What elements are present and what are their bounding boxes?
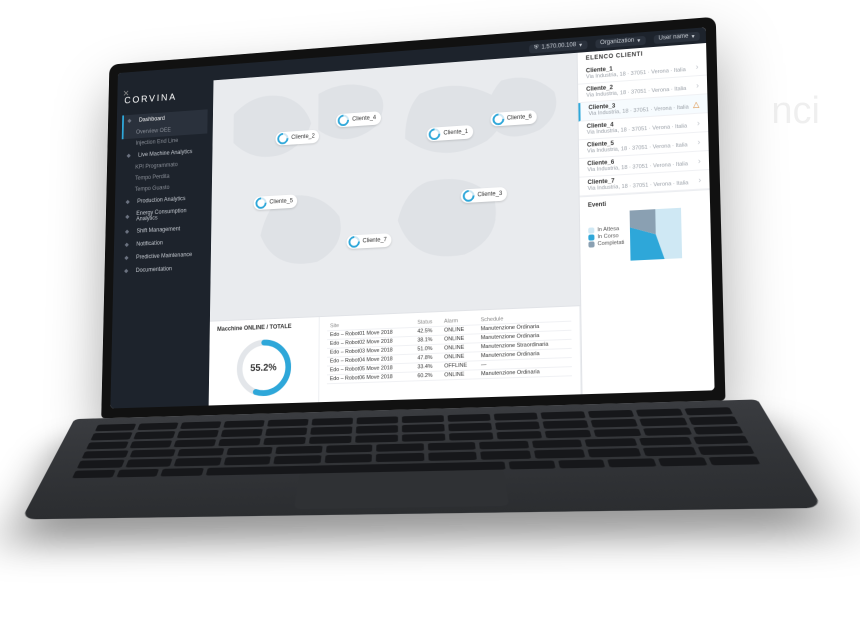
nav-icon: ◆ bbox=[125, 241, 132, 249]
nav-icon: ◆ bbox=[127, 117, 134, 125]
machines-table-card: SiteStatusAlarmSchedule Edo – Robot01 Mo… bbox=[319, 306, 581, 402]
chevron-right-icon: › bbox=[698, 175, 701, 184]
legend-label: In Corso bbox=[597, 233, 618, 240]
events-pie-chart bbox=[630, 208, 683, 261]
user-label: User name bbox=[658, 34, 688, 42]
nav-icon: ◆ bbox=[124, 254, 131, 262]
cell: Edo – Robot06 Move 2018 bbox=[327, 372, 415, 384]
trackpad bbox=[294, 470, 509, 510]
nav-label: Injection End Line bbox=[136, 138, 179, 146]
marker-label: Cliente_4 bbox=[352, 115, 376, 122]
breadcrumb-ip[interactable]: ⛨ 1.570.00.108 ▾ bbox=[529, 40, 587, 53]
pie-legend: In AttesaIn CorsoCompletati bbox=[588, 225, 624, 249]
chevron-right-icon: › bbox=[696, 81, 699, 90]
world-silhouette bbox=[210, 53, 580, 296]
nav-label: Tempo Perdita bbox=[135, 174, 170, 182]
background-watermark: nci bbox=[771, 90, 820, 133]
online-gauge: 55.2% bbox=[233, 336, 293, 400]
org-label: Organization bbox=[600, 38, 634, 46]
marker-ring-icon bbox=[346, 234, 362, 250]
chevron-down-icon: ▾ bbox=[691, 33, 694, 40]
nav-label: KPI Programmato bbox=[135, 162, 178, 170]
nav-label: Tempo Guasto bbox=[135, 185, 170, 193]
close-icon[interactable]: ✕ bbox=[123, 89, 130, 100]
screen-bezel: ⛨ 1.570.00.108 ▾ Organization ▾ User nam… bbox=[101, 17, 725, 419]
nav-icon: ◆ bbox=[125, 213, 132, 221]
chevron-right-icon: › bbox=[697, 137, 700, 146]
laptop-keyboard bbox=[21, 399, 822, 519]
nav-list: ◆ Dashboard Overview OEE Injection End Line… bbox=[119, 109, 208, 278]
nav-icon: ◆ bbox=[127, 152, 134, 160]
nav-label: Production Analytics bbox=[137, 196, 185, 204]
main-column: Cliente_2 Cliente_4 Cliente_1 Cliente_6 Clie… bbox=[209, 37, 582, 405]
client-list: Cliente_1Via Industria, 18 · 37051 · Ver… bbox=[578, 57, 710, 197]
legend-label: Completati bbox=[598, 240, 625, 247]
nav-label: Notification bbox=[136, 241, 163, 248]
chevron-right-icon: › bbox=[696, 62, 699, 71]
gauge-value: 55.2% bbox=[233, 336, 293, 400]
gauge-title: Macchine ONLINE / TOTALE bbox=[217, 324, 291, 333]
marker-ring-icon bbox=[427, 126, 443, 142]
cell: 60.2% bbox=[414, 371, 441, 381]
marker-label: Cliente_2 bbox=[291, 134, 315, 141]
sidebar: ✕ CORVINA ◆DashboardOverview OEEInjectio… bbox=[110, 66, 213, 409]
legend-item: Completati bbox=[588, 240, 624, 248]
bottom-panel: Macchine ONLINE / TOTALE 55.2% SiteStatu… bbox=[209, 305, 582, 405]
nav-label: Predictive Maintenance bbox=[136, 252, 192, 261]
nav-label: Dashboard bbox=[139, 116, 165, 123]
warning-icon: △ bbox=[693, 99, 700, 108]
chevron-right-icon: › bbox=[697, 118, 700, 127]
org-selector[interactable]: Organization ▾ bbox=[595, 35, 645, 48]
legend-swatch bbox=[588, 241, 594, 247]
map-marker-cliente_5[interactable]: Cliente_5 bbox=[254, 194, 298, 210]
machines-table: SiteStatusAlarmSchedule Edo – Robot01 Mo… bbox=[327, 313, 572, 385]
nav-label: Shift Management bbox=[136, 227, 180, 235]
chevron-down-icon: ▾ bbox=[579, 41, 582, 48]
legend-label: In Attesa bbox=[597, 226, 619, 233]
marker-label: Cliente_3 bbox=[477, 191, 502, 198]
ip-value: 1.570.00.108 bbox=[541, 42, 576, 50]
map-marker-cliente_7[interactable]: Cliente_7 bbox=[346, 233, 391, 249]
nav-label: Overview OEE bbox=[136, 128, 171, 136]
nav-icon: ◆ bbox=[124, 268, 131, 276]
nav-label: Documentation bbox=[136, 266, 172, 273]
legend-swatch bbox=[588, 234, 594, 240]
marker-label: Cliente_5 bbox=[269, 198, 293, 205]
events-pie-card: Eventi In AttesaIn CorsoCompletati bbox=[580, 189, 712, 269]
legend-swatch bbox=[588, 227, 594, 233]
nav-label: Live Machine Analytics bbox=[138, 149, 192, 158]
app-root: ⛨ 1.570.00.108 ▾ Organization ▾ User nam… bbox=[110, 27, 714, 408]
user-menu[interactable]: User name ▾ bbox=[653, 31, 699, 43]
nav-icon: ◆ bbox=[126, 198, 133, 206]
gauge-card: Macchine ONLINE / TOTALE 55.2% bbox=[209, 317, 320, 405]
marker-label: Cliente_1 bbox=[443, 129, 468, 136]
cell: ONLINE bbox=[441, 370, 478, 380]
laptop-mock: ⛨ 1.570.00.108 ▾ Organization ▾ User nam… bbox=[97, 17, 730, 593]
marker-ring-icon bbox=[253, 195, 269, 211]
marker-ring-icon bbox=[460, 188, 477, 205]
map-marker-cliente_3[interactable]: Cliente_3 bbox=[461, 187, 507, 203]
chevron-right-icon: › bbox=[698, 156, 701, 165]
nav-icon: ◆ bbox=[125, 228, 132, 236]
chevron-down-icon: ▾ bbox=[637, 37, 640, 44]
marker-ring-icon bbox=[336, 112, 352, 128]
marker-label: Cliente_6 bbox=[507, 114, 532, 121]
right-column: ELENCO CLIENTI Cliente_1Via Industria, 1… bbox=[576, 27, 714, 394]
cell: Manutenzione Ordinaria bbox=[478, 367, 572, 379]
marker-label: Cliente_7 bbox=[363, 237, 387, 244]
world-map[interactable]: Cliente_2 Cliente_4 Cliente_1 Cliente_6 Clie… bbox=[210, 53, 580, 321]
nav-label: Energy Consumption Analytics bbox=[136, 207, 202, 222]
shield-icon: ⛨ bbox=[534, 45, 539, 52]
